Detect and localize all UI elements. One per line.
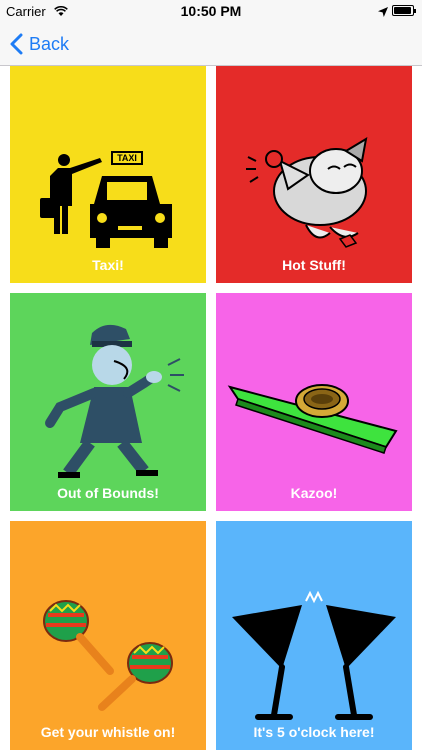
battery-icon bbox=[392, 5, 416, 16]
back-button[interactable]: Back bbox=[10, 30, 69, 58]
tile-label: It's 5 o'clock here! bbox=[253, 724, 375, 740]
tile-out-of-bounds[interactable]: Out of Bounds! bbox=[10, 293, 206, 511]
martini-glasses-icon bbox=[232, 590, 396, 720]
back-label: Back bbox=[29, 33, 70, 54]
status-bar: Carrier 10:50 PM bbox=[0, 0, 422, 22]
tile-label: Get your whistle on! bbox=[40, 724, 176, 740]
tile-martini[interactable]: It's 5 o'clock here! bbox=[216, 521, 412, 750]
sound-grid: TAXI Taxi! Hot Stuff! Out of Bounds! Kaz… bbox=[0, 66, 422, 750]
location-arrow-icon bbox=[378, 5, 388, 20]
navigation-bar: Back bbox=[0, 22, 422, 66]
tile-taxi[interactable]: TAXI Taxi! bbox=[10, 66, 206, 283]
kazoo-icon bbox=[227, 384, 398, 454]
tile-label: Out of Bounds! bbox=[57, 485, 159, 501]
tile-label: Taxi! bbox=[92, 257, 124, 273]
maracas-icon bbox=[43, 600, 173, 711]
tile-hot-stuff[interactable]: Hot Stuff! bbox=[216, 66, 412, 283]
tile-kazoo[interactable]: Kazoo! bbox=[216, 293, 412, 511]
chevron-left-icon bbox=[10, 33, 23, 55]
tile-maracas[interactable]: Get your whistle on! bbox=[10, 521, 206, 750]
tile-label: Hot Stuff! bbox=[282, 257, 346, 273]
status-time: 10:50 PM bbox=[180, 3, 242, 19]
svg-text:TAXI: TAXI bbox=[117, 153, 137, 163]
referee-whistle-icon bbox=[45, 324, 184, 478]
tile-label: Kazoo! bbox=[290, 485, 338, 501]
